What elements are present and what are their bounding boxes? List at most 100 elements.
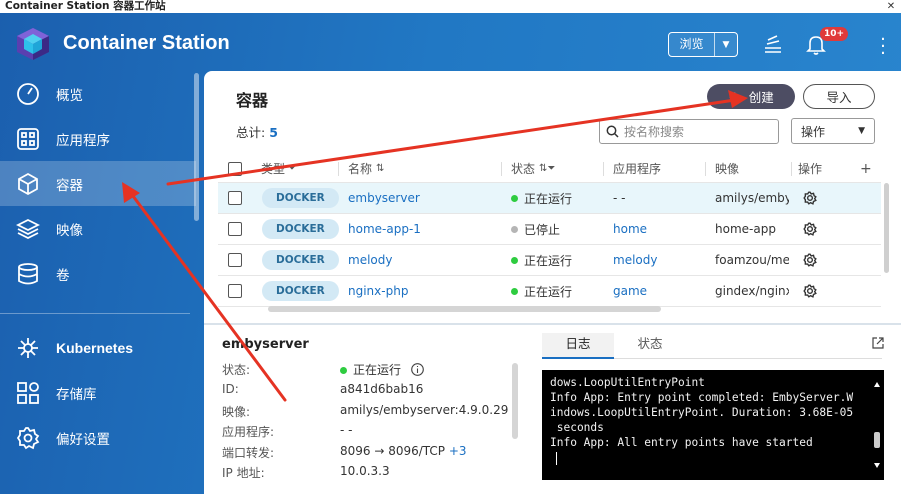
column-name-label: 名称 xyxy=(348,162,373,176)
sidebar-item-images[interactable]: 映像 xyxy=(0,206,196,251)
status-cell: 已停止 xyxy=(511,214,560,244)
status-cell: 正在运行 xyxy=(511,183,572,213)
table-header: 类型 ⏷ 名称 ⇅ 状态 ⇅⏷ 应用程序 映像 操作 + xyxy=(218,155,881,183)
app-cell: - - xyxy=(613,191,626,205)
detail-value: a841d6bab16 xyxy=(340,382,424,396)
status-text: 正在运行 xyxy=(524,253,573,268)
log-line: indows.LoopUtilEntryPoint. Duration: 3.6… xyxy=(550,406,854,419)
sidebar-item-containers[interactable]: 容器 xyxy=(0,161,196,206)
ghost-tab: 存储与快照总管 xyxy=(370,0,462,11)
detail-row-ports: 端口转发: 8096 → 8096/TCP +3 xyxy=(222,444,467,461)
add-column-button[interactable]: + xyxy=(860,155,872,182)
table-horizontal-scrollbar[interactable] xyxy=(268,306,661,312)
detail-value: 10.0.3.3 xyxy=(340,464,390,478)
row-settings-gear-icon[interactable] xyxy=(803,245,817,275)
row-checkbox[interactable] xyxy=(228,276,242,306)
sort-icon: ⇅ xyxy=(376,163,385,174)
tab-status[interactable]: 状态 xyxy=(614,333,686,359)
sidebar-item-overview[interactable]: 概览 xyxy=(0,71,196,116)
container-detail-panel: embyserver 状态: 正在运行 ID: a841d6bab16 映像: am… xyxy=(204,323,901,494)
column-status-label: 状态 xyxy=(511,162,536,176)
image-cell: amilys/emby xyxy=(715,191,789,205)
image-cell: home-app xyxy=(715,222,776,236)
container-name-link[interactable]: melody xyxy=(348,245,392,275)
app-header: Container Station 浏览 ▼ 10+ · · · xyxy=(0,13,901,71)
container-name-link[interactable]: nginx-php xyxy=(348,276,408,306)
status-dot xyxy=(511,194,518,202)
detail-key: IP 地址: xyxy=(222,466,265,480)
detail-key: 端口转发: xyxy=(222,446,275,460)
search-icon xyxy=(606,125,619,138)
column-status[interactable]: 状态 ⇅⏷ xyxy=(511,155,555,182)
sidebar-item-label: Kubernetes xyxy=(56,339,134,356)
table-row[interactable]: DOCKER melody 正在运行 melody foamzou/me xyxy=(218,245,881,276)
apps-grid-icon xyxy=(14,126,42,152)
search-input[interactable] xyxy=(624,124,764,139)
cube-icon xyxy=(14,171,42,197)
log-line: Info App: All entry points have started xyxy=(550,436,813,449)
container-name-link[interactable]: home-app-1 xyxy=(348,214,421,244)
detail-value: - - xyxy=(340,423,353,437)
page-title: 容器 xyxy=(236,91,269,110)
detail-row-app: 应用程序: - - xyxy=(222,423,352,440)
column-image[interactable]: 映像 xyxy=(715,155,739,182)
sidebar-item-label: 卷 xyxy=(56,267,70,284)
sidebar-item-label: 偏好设置 xyxy=(56,431,110,448)
sidebar-item-volumes[interactable]: 卷 xyxy=(0,251,196,296)
tab-logs[interactable]: 日志 xyxy=(542,333,614,359)
create-button[interactable]: + 创建 xyxy=(707,84,795,109)
info-icon[interactable] xyxy=(410,363,424,376)
detail-key: 映像: xyxy=(222,405,251,419)
gauge-icon xyxy=(14,81,42,107)
external-link-icon[interactable] xyxy=(872,337,884,349)
search-box[interactable] xyxy=(599,119,779,144)
row-checkbox[interactable] xyxy=(228,245,242,275)
ghost-tab: File Station 文件 xyxy=(203,0,318,11)
table-vertical-scrollbar[interactable] xyxy=(884,183,889,273)
sidebar-item-apps[interactable]: 应用程序 xyxy=(0,116,196,161)
window-close-button[interactable]: ✕ xyxy=(885,1,897,12)
column-app[interactable]: 应用程序 xyxy=(613,155,661,182)
row-settings-gear-icon[interactable] xyxy=(803,183,817,213)
detail-row-id: ID: a841d6bab16 xyxy=(222,382,423,396)
log-line: Info App: Entry point completed: EmbySer… xyxy=(550,391,854,404)
log-console[interactable]: dows.LoopUtilEntryPoint Info App: Entry p… xyxy=(542,370,884,480)
browse-dropdown[interactable]: 浏览 ▼ xyxy=(668,32,738,57)
app-link[interactable]: melody xyxy=(613,245,657,275)
status-text: 正在运行 xyxy=(524,284,573,299)
more-vertical-icon[interactable]: · · · xyxy=(878,31,888,63)
app-link[interactable]: game xyxy=(613,276,647,306)
sidebar-item-registry[interactable]: 存储库 xyxy=(0,370,196,415)
create-label: 创建 xyxy=(748,90,774,105)
column-app-label: 应用程序 xyxy=(613,162,662,176)
log-line: seconds xyxy=(550,421,604,434)
type-badge: DOCKER xyxy=(262,281,339,301)
kubernetes-icon xyxy=(14,335,42,361)
table-row[interactable]: DOCKER embyserver 正在运行 - - amilys/emby xyxy=(218,183,881,214)
sidebar-item-preferences[interactable]: 偏好设置 xyxy=(0,415,196,460)
status-dot xyxy=(511,225,518,233)
table-row[interactable]: DOCKER home-app-1 已停止 home home-app xyxy=(218,214,881,245)
row-settings-gear-icon[interactable] xyxy=(803,214,817,244)
stack-icon[interactable] xyxy=(762,32,784,56)
table-row[interactable]: DOCKER nginx-php 正在运行 game gindex/nginx xyxy=(218,276,881,307)
console-scrollbar[interactable] xyxy=(872,380,882,470)
container-station-logo-icon xyxy=(14,27,52,61)
detail-value: 正在运行 xyxy=(353,363,402,377)
row-settings-gear-icon[interactable] xyxy=(803,276,817,306)
row-checkbox[interactable] xyxy=(228,214,242,244)
layers-icon xyxy=(14,216,42,242)
container-name-link[interactable]: embyserver xyxy=(348,183,420,213)
operation-select[interactable]: 操作 ▼ xyxy=(791,118,875,144)
console-cursor xyxy=(550,450,884,465)
app-link[interactable]: home xyxy=(613,214,647,244)
more-ports-link[interactable]: +3 xyxy=(449,444,467,458)
import-button[interactable]: 导入 xyxy=(803,84,875,109)
select-all-checkbox[interactable] xyxy=(228,155,242,182)
detail-scrollbar[interactable] xyxy=(512,363,518,439)
total-value: 5 xyxy=(269,125,278,140)
column-type[interactable]: 类型 ⏷ xyxy=(261,155,296,182)
sidebar-item-kubernetes[interactable]: Kubernetes xyxy=(0,325,196,370)
row-checkbox[interactable] xyxy=(228,183,242,213)
column-name[interactable]: 名称 ⇅ xyxy=(348,155,384,182)
